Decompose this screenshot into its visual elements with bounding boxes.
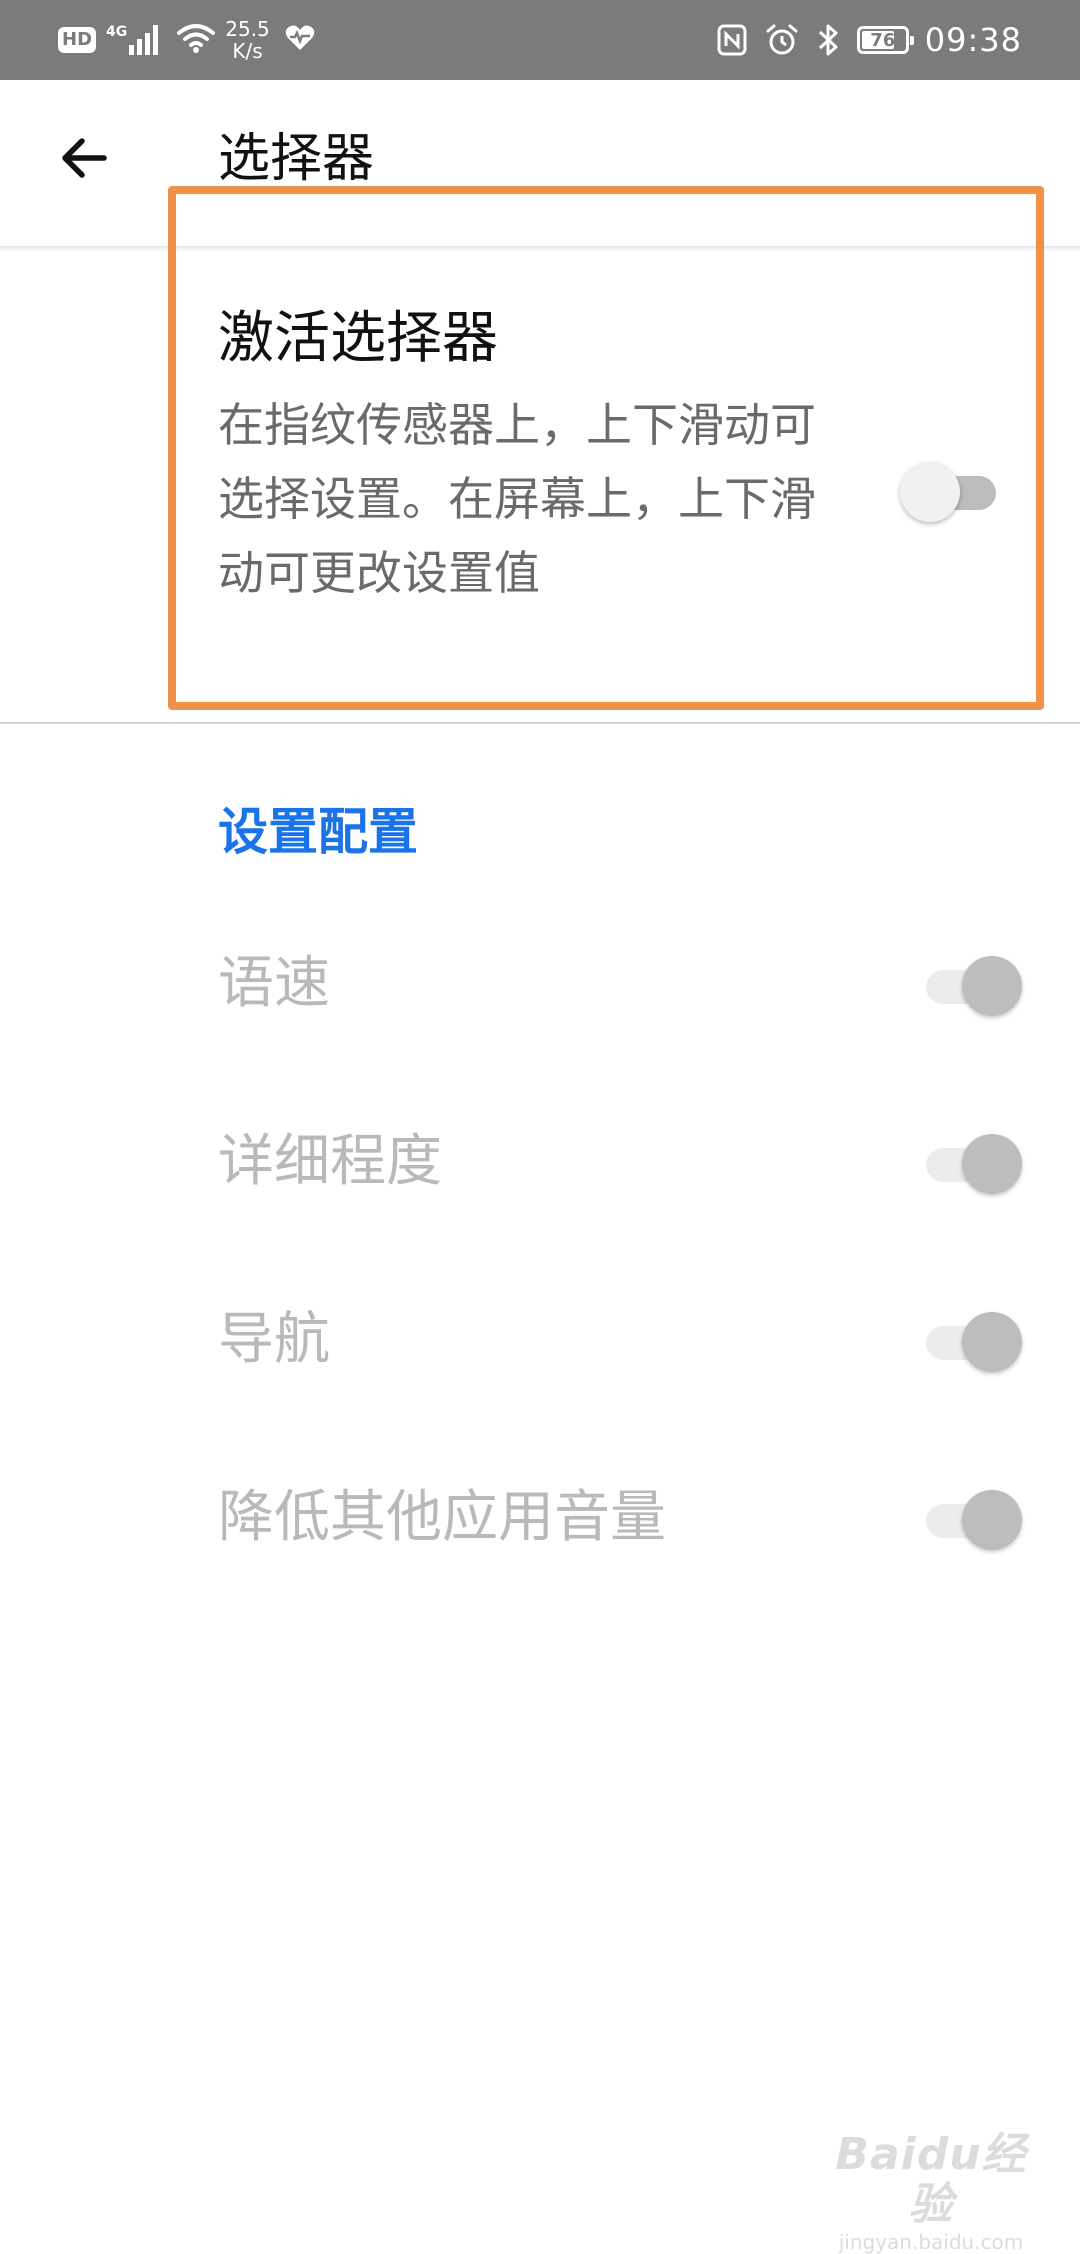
switch-thumb (962, 1490, 1022, 1550)
duck-other-audio-toggle[interactable] (922, 1484, 1022, 1554)
activate-selector-switch[interactable] (900, 456, 996, 536)
section-header-settings-config: 设置配置 (218, 803, 418, 861)
switch-thumb (962, 956, 1022, 1016)
nfc-icon (717, 24, 747, 56)
activate-selector-description: 在指纹传感器上，上下滑动可选择设置。在屏幕上，上下滑动可更改设置值 (218, 398, 816, 600)
status-bar-left: HD 4G 25.5 K/s (58, 14, 316, 66)
back-arrow-icon (62, 138, 107, 178)
status-bar-right: 76 09:38 (699, 14, 1022, 66)
switch-thumb (900, 462, 960, 522)
page-title: 选择器 (218, 129, 375, 189)
alarm-icon (765, 23, 799, 57)
setting-label: 导航 (218, 1307, 330, 1372)
verbosity-toggle[interactable] (922, 1128, 1022, 1198)
watermark-logo: Baidu经验 (835, 2129, 1027, 2230)
baidu-jingyan-watermark: Baidu经验 jingyan.baidu.com (826, 2130, 1036, 2254)
back-button[interactable] (48, 122, 120, 194)
toolbar: 选择器 (0, 80, 1080, 248)
network-type-label: 4G (106, 24, 128, 40)
activate-selector-title: 激活选择器 (218, 306, 498, 371)
watermark-url: jingyan.baidu.com (838, 2230, 1024, 2254)
network-speed-unit: K/s (232, 39, 263, 63)
switch-thumb (962, 1312, 1022, 1372)
hd-badge: HD (58, 27, 97, 53)
setting-row-navigation[interactable]: 导航 (0, 1280, 1080, 1400)
setting-row-verbosity[interactable]: 详细程度 (0, 1102, 1080, 1222)
setting-label: 语速 (218, 951, 330, 1016)
wifi-icon (177, 23, 216, 57)
setting-row-duck-other-audio[interactable]: 降低其他应用音量 (0, 1458, 1080, 1578)
health-heart-icon (284, 24, 316, 56)
activate-selector-toggle[interactable] (900, 456, 1000, 526)
setting-row-speech-rate[interactable]: 语速 (0, 924, 1080, 1044)
setting-label: 降低其他应用音量 (218, 1485, 666, 1550)
bluetooth-icon (817, 23, 839, 57)
setting-label: 详细程度 (218, 1129, 442, 1194)
switch-thumb (962, 1134, 1022, 1194)
speech-rate-toggle[interactable] (922, 950, 1022, 1020)
network-speed: 25.5 K/s (225, 18, 270, 62)
battery-icon: 76 (856, 26, 914, 54)
navigation-toggle[interactable] (922, 1306, 1022, 1376)
status-time: 09:38 (924, 21, 1022, 59)
divider (0, 722, 1080, 724)
battery-level: 76 (870, 29, 896, 51)
activate-selector-row[interactable]: 激活选择器 在指纹传感器上，上下滑动可选择设置。在屏幕上，上下滑动可更改设置值 (0, 252, 1080, 722)
status-bar: HD 4G 25.5 K/s 76 09:38 (0, 0, 1080, 80)
network-speed-value: 25.5 (225, 17, 270, 41)
signal-bars-icon (129, 25, 161, 55)
